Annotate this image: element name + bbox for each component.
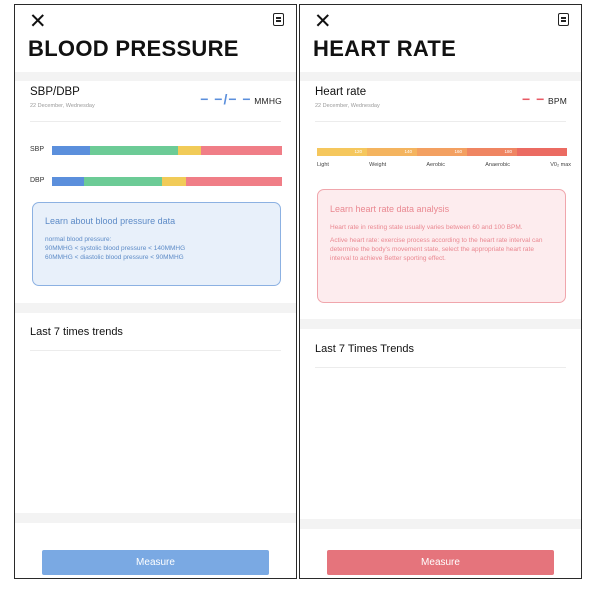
close-icon[interactable]: ✕ xyxy=(314,11,332,32)
section-divider xyxy=(300,72,581,81)
range-segment xyxy=(185,177,282,186)
heart-rate-screen: ✕ HEART RATE Heart rate 22 December, Wed… xyxy=(299,4,582,579)
blood-pressure-screen: ✕ BLOOD PRESSURE SBP/DBP 22 December, We… xyxy=(14,4,297,579)
zone-segment: 160 xyxy=(417,148,467,156)
section-divider xyxy=(300,319,581,329)
bottom-bar: Measure xyxy=(15,550,296,578)
section-divider xyxy=(15,513,296,523)
info-line: 90MMHG < systolic blood pressure < 140MM… xyxy=(45,245,186,252)
reading-date: 22 December, Wednesday xyxy=(315,103,380,109)
zone-label: Light xyxy=(317,162,329,168)
info-line: normal blood pressure: xyxy=(45,236,112,243)
divider xyxy=(30,121,281,122)
page-title: BLOOD PRESSURE xyxy=(28,36,239,61)
divider xyxy=(30,350,281,351)
reading-value: − − xyxy=(522,91,546,107)
info-paragraph: Heart rate in resting state usually vari… xyxy=(330,224,523,231)
zone-label: V0₂ max xyxy=(550,162,571,168)
reading-value: − −/− − xyxy=(200,91,252,107)
info-paragraph: Active heart rate: exercise process acco… xyxy=(330,237,543,262)
heart-rate-zone-labels: Light Weight Aerobic Anaerobic V0₂ max xyxy=(317,162,571,168)
reading-label: SBP/DBP xyxy=(30,86,80,98)
info-title: Learn heart rate data analysis xyxy=(330,204,450,214)
zone-label: Weight xyxy=(369,162,387,168)
measure-button[interactable]: Measure xyxy=(42,550,269,575)
section-divider xyxy=(15,303,296,313)
zone-segment xyxy=(517,148,567,156)
section-divider xyxy=(15,72,296,81)
document-icon[interactable] xyxy=(273,13,284,26)
sbp-range-bar xyxy=(52,146,282,155)
trends-title: Last 7 times trends xyxy=(30,326,123,338)
reading-value-group: − −/− − MMHG xyxy=(200,91,282,107)
info-line: 60MMHG < diastolic blood pressure < 90MM… xyxy=(45,254,184,261)
document-icon[interactable] xyxy=(558,13,569,26)
measure-button[interactable]: Measure xyxy=(327,550,554,575)
zone-segment: 120 xyxy=(317,148,367,156)
range-segment xyxy=(84,177,163,186)
range-segment xyxy=(52,146,91,155)
divider xyxy=(315,367,566,368)
range-segment xyxy=(90,146,178,155)
reading-unit: MMHG xyxy=(254,96,282,106)
heart-rate-zone-scale: 120 140 160 180 xyxy=(317,148,567,156)
range-segment xyxy=(177,146,202,155)
bottom-bar: Measure xyxy=(300,550,581,578)
reading-label: Heart rate xyxy=(315,86,367,98)
range-segment xyxy=(201,146,282,155)
reading-date: 22 December, Wednesday xyxy=(30,103,95,109)
trends-title: Last 7 Times Trends xyxy=(315,343,415,355)
sbp-label: SBP xyxy=(30,146,45,153)
reading-unit: BPM xyxy=(547,96,567,106)
zone-label: Aerobic xyxy=(426,162,446,168)
bp-info-card[interactable]: Learn about blood pressure data normal b… xyxy=(32,202,281,286)
section-divider xyxy=(300,519,581,529)
zone-label: Anaerobic xyxy=(485,162,511,168)
range-segment xyxy=(52,177,85,186)
dbp-label: DBP xyxy=(30,177,45,184)
divider xyxy=(315,121,566,122)
zone-segment: 180 xyxy=(467,148,517,156)
page-title: HEART RATE xyxy=(313,36,457,61)
close-icon[interactable]: ✕ xyxy=(29,11,47,32)
info-title: Learn about blood pressure data xyxy=(45,216,176,226)
zone-segment: 140 xyxy=(367,148,417,156)
hr-info-card[interactable]: Learn heart rate data analysis Heart rat… xyxy=(317,189,566,303)
range-segment xyxy=(162,177,186,186)
dbp-range-bar xyxy=(52,177,282,186)
reading-value-group: − − BPM xyxy=(522,91,567,107)
